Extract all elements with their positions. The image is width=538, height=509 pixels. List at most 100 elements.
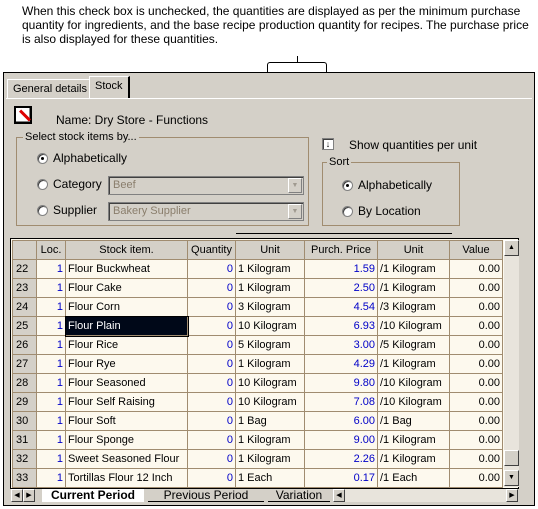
cell-quantity[interactable]: 0 bbox=[187, 468, 236, 488]
horizontal-scrollbar[interactable]: ◀ ▶ bbox=[333, 489, 518, 502]
cell-quantity[interactable]: 0 bbox=[187, 278, 236, 298]
cell-purch-price[interactable]: 2.50 bbox=[304, 278, 378, 298]
table-row[interactable]: 28 1 Flour Seasoned 0 10 Kilogram 9.80/10 Kil… bbox=[12, 373, 503, 393]
hscroll-right-icon[interactable]: ▶ bbox=[506, 489, 518, 502]
cell-value[interactable]: 0.00 bbox=[449, 468, 503, 488]
header-price-unit[interactable]: Unit bbox=[377, 240, 450, 260]
cell-value[interactable]: 0.00 bbox=[449, 259, 503, 279]
cell-price-unit[interactable]: /1 Kilogram bbox=[377, 449, 450, 469]
table-row[interactable]: 25 1 Flour Plain 0 10 Kilogram 6.93/10 Kilogr… bbox=[12, 315, 503, 337]
cell-purch-price[interactable]: 2.26 bbox=[304, 449, 378, 469]
cell-loc[interactable]: 1 bbox=[36, 430, 66, 450]
cell-stock-item[interactable]: Sweet Seasoned Flour bbox=[65, 449, 188, 469]
cell-purch-price[interactable]: 0.17 bbox=[304, 468, 378, 488]
cell-unit[interactable]: 1 Each bbox=[235, 468, 305, 488]
cell-quantity[interactable]: 0 bbox=[187, 373, 236, 393]
edit-icon[interactable] bbox=[14, 106, 32, 124]
cell-quantity[interactable]: 0 bbox=[187, 259, 236, 279]
table-row[interactable]: 31 1 Flour Sponge 0 1 Kilogram 9.00/1 Kilogra… bbox=[12, 430, 503, 450]
scroll-up-icon[interactable]: ▲ bbox=[504, 240, 519, 256]
cell-price-unit[interactable]: /5 Kilogram bbox=[377, 335, 450, 355]
cell-purch-price[interactable]: 4.29 bbox=[304, 354, 378, 374]
cell-purch-price[interactable]: 7.08 bbox=[304, 392, 378, 412]
cell-loc[interactable]: 1 bbox=[36, 468, 66, 488]
cell-quantity[interactable]: 0 bbox=[187, 430, 236, 450]
header-value[interactable]: Value bbox=[449, 240, 503, 260]
vertical-scrollbar[interactable]: ▲ ▼ bbox=[504, 240, 519, 487]
cell-purch-price[interactable]: 9.80 bbox=[304, 373, 378, 393]
tab-scroll-right-icon[interactable]: ▶ bbox=[23, 489, 35, 502]
radio-alphabetically[interactable] bbox=[37, 153, 48, 164]
tab-stock[interactable]: Stock bbox=[89, 76, 130, 99]
cell-price-unit[interactable]: /3 Kilogram bbox=[377, 297, 450, 317]
cell-quantity[interactable]: 0 bbox=[187, 449, 236, 469]
cell-unit[interactable]: 10 Kilogram bbox=[235, 316, 305, 336]
cell-unit[interactable]: 3 Kilogram bbox=[235, 297, 305, 317]
cell-purch-price[interactable]: 4.54 bbox=[304, 297, 378, 317]
cell-value[interactable]: 0.00 bbox=[449, 278, 503, 298]
cell-stock-item[interactable]: Flour Sponge bbox=[65, 430, 188, 450]
cell-quantity[interactable]: 0 bbox=[187, 316, 236, 336]
cell-unit[interactable]: 1 Bag bbox=[235, 411, 305, 431]
header-quantity[interactable]: Quantity bbox=[187, 240, 236, 260]
radio-category[interactable] bbox=[37, 179, 48, 190]
hscroll-left-icon[interactable]: ◀ bbox=[333, 489, 345, 502]
cell-unit[interactable]: 10 Kilogram bbox=[235, 392, 305, 412]
cell-quantity[interactable]: 0 bbox=[187, 411, 236, 431]
radio-sort-alphabetically[interactable] bbox=[342, 180, 353, 191]
cell-purch-price[interactable]: 6.93 bbox=[304, 316, 378, 336]
cell-price-unit[interactable]: /1 Kilogram bbox=[377, 278, 450, 298]
cell-purch-price[interactable]: 9.00 bbox=[304, 430, 378, 450]
table-row[interactable]: 32 1 Sweet Seasoned Flour 0 1 Kilogram 2.26/1… bbox=[12, 449, 503, 469]
cell-value[interactable]: 0.00 bbox=[449, 297, 503, 317]
cell-stock-item[interactable]: Flour Buckwheat bbox=[65, 259, 188, 279]
cell-unit[interactable]: 1 Kilogram bbox=[235, 259, 305, 279]
cell-value[interactable]: 0.00 bbox=[449, 411, 503, 431]
radio-supplier[interactable] bbox=[37, 205, 48, 216]
cell-value[interactable]: 0.00 bbox=[449, 430, 503, 450]
cell-purch-price[interactable]: 1.59 bbox=[304, 259, 378, 279]
cell-loc[interactable]: 1 bbox=[36, 449, 66, 469]
cell-quantity[interactable]: 0 bbox=[187, 335, 236, 355]
cell-stock-item[interactable]: Flour Corn bbox=[65, 297, 188, 317]
cell-stock-item[interactable]: Flour Rice bbox=[65, 335, 188, 355]
cell-value[interactable]: 0.00 bbox=[449, 373, 503, 393]
cell-stock-item[interactable]: Flour Self Raising bbox=[65, 392, 188, 412]
cell-price-unit[interactable]: /10 Kilogram bbox=[377, 392, 450, 412]
cell-quantity[interactable]: 0 bbox=[187, 354, 236, 374]
cell-loc[interactable]: 1 bbox=[36, 278, 66, 298]
header-purch-price[interactable]: Purch. Price bbox=[304, 240, 378, 260]
chevron-down-icon[interactable]: ▼ bbox=[288, 178, 302, 193]
cell-stock-item[interactable]: Flour Seasoned bbox=[65, 373, 188, 393]
cell-loc[interactable]: 1 bbox=[36, 297, 66, 317]
cell-loc[interactable]: 1 bbox=[36, 392, 66, 412]
cell-unit[interactable]: 1 Kilogram bbox=[235, 278, 305, 298]
cell-loc[interactable]: 1 bbox=[36, 411, 66, 431]
cell-price-unit[interactable]: /1 Bag bbox=[377, 411, 450, 431]
cell-purch-price[interactable]: 3.00 bbox=[304, 335, 378, 355]
cell-value[interactable]: 0.00 bbox=[449, 335, 503, 355]
table-row[interactable]: 30 1 Flour Soft 0 1 Bag 6.00/1 Bag 0.00 bbox=[12, 411, 503, 431]
sheet-tab-current-period[interactable]: Current Period bbox=[42, 489, 144, 502]
radio-sort-location[interactable] bbox=[342, 206, 353, 217]
sheet-tab-variation[interactable]: Variation bbox=[268, 489, 330, 502]
table-row[interactable]: 33 1 Tortillas Flour 12 Inch 0 1 Each 0.17/1 … bbox=[12, 468, 503, 488]
cell-loc[interactable]: 1 bbox=[36, 354, 66, 374]
table-row[interactable]: 26 1 Flour Rice 0 5 Kilogram 3.00/5 Kilogram 0… bbox=[12, 335, 503, 355]
chevron-down-icon[interactable]: ▼ bbox=[288, 204, 302, 219]
table-row[interactable]: 29 1 Flour Self Raising 0 10 Kilogram 7.08/10… bbox=[12, 392, 503, 412]
header-unit[interactable]: Unit bbox=[235, 240, 305, 260]
cell-loc[interactable]: 1 bbox=[36, 373, 66, 393]
table-row[interactable]: 23 1 Flour Cake 0 1 Kilogram 2.50/1 Kilogram 0… bbox=[12, 278, 503, 298]
cell-price-unit[interactable]: /1 Kilogram bbox=[377, 259, 450, 279]
cell-loc[interactable]: 1 bbox=[36, 316, 66, 336]
cell-unit[interactable]: 1 Kilogram bbox=[235, 449, 305, 469]
cell-quantity[interactable]: 0 bbox=[187, 392, 236, 412]
cell-quantity[interactable]: 0 bbox=[187, 297, 236, 317]
cell-value[interactable]: 0.00 bbox=[449, 392, 503, 412]
cell-unit[interactable]: 1 Kilogram bbox=[235, 354, 305, 374]
cell-unit[interactable]: 5 Kilogram bbox=[235, 335, 305, 355]
cell-price-unit[interactable]: /10 Kilogram bbox=[377, 373, 450, 393]
cell-value[interactable]: 0.00 bbox=[449, 449, 503, 469]
cell-price-unit[interactable]: /10 Kilogram bbox=[377, 316, 450, 336]
